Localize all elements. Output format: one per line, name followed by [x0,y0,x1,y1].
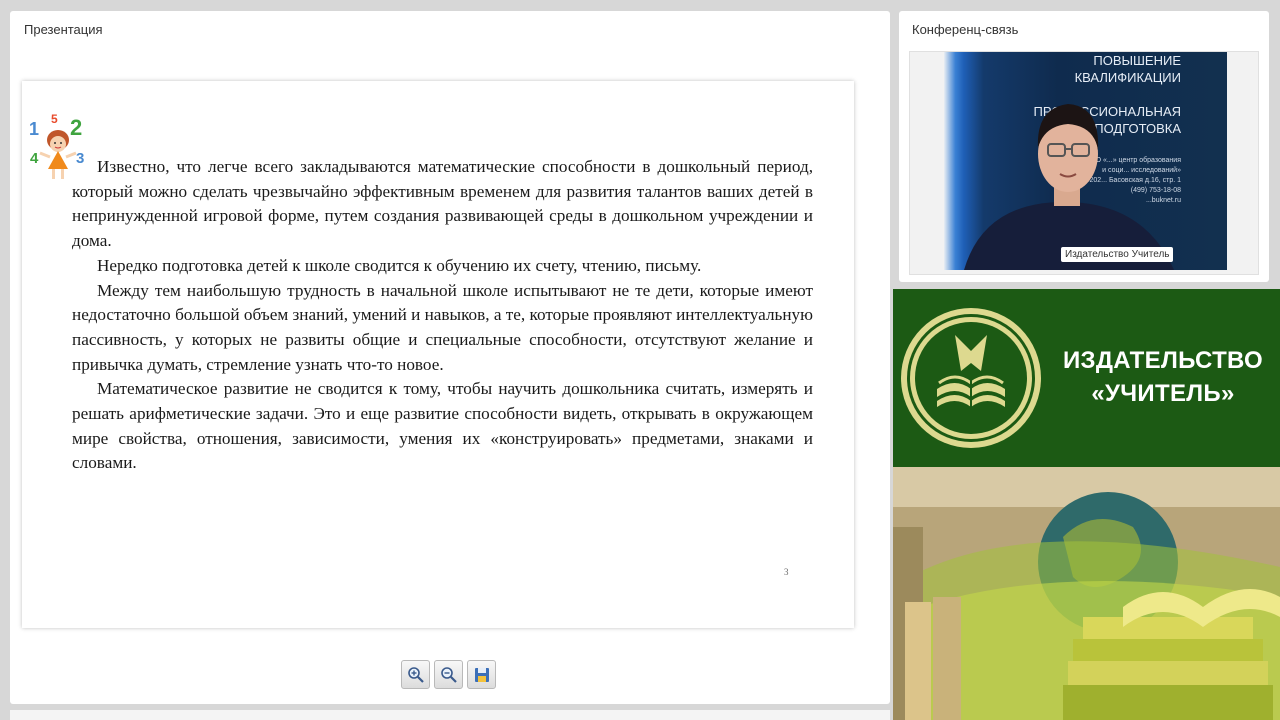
presentation-panel-title: Презентация [24,22,103,37]
conference-panel: Конференц-связь ПОВЫШЕНИЕ КВАЛИФИКАЦИИ П… [899,11,1269,282]
slide-toolbar [401,660,496,689]
zoom-in-icon [407,666,424,683]
bottom-strip [10,710,890,720]
slide-paragraph: Нередко подготовка детей к школе сводитс… [97,255,702,275]
slide-paragraph: Известно, что легче всего закладываются … [72,157,813,251]
save-button[interactable] [467,660,496,689]
logo-digit: 4 [30,150,39,167]
slide-page-number: 3 [784,567,789,577]
slide-viewport: 1 5 2 4 3 Известно, что легче всего закл… [22,81,854,628]
slide-body-text: Известно, что легче всего закладываются … [72,155,813,476]
publisher-name: ИЗДАТЕЛЬСТВО «УЧИТЕЛЬ» [1043,344,1280,410]
zoom-out-button[interactable] [434,660,463,689]
slide-paragraph: Математическое развитие не сводится к то… [72,379,813,473]
books-globe-image [893,467,1280,720]
publisher-emblem-icon [901,308,1041,448]
logo-digit: 5 [51,112,58,126]
save-icon [474,667,489,682]
books-globe-illustration [893,467,1280,720]
video-frame: ПОВЫШЕНИЕ КВАЛИФИКАЦИИ ПРОФЕССИОНАЛЬНАЯ … [944,52,1227,270]
conference-panel-title: Конференц-связь [912,22,1019,37]
publisher-brand-panel: ИЗДАТЕЛЬСТВО «УЧИТЕЛЬ» [893,289,1280,467]
video-feed[interactable]: ПОВЫШЕНИЕ КВАЛИФИКАЦИИ ПРОФЕССИОНАЛЬНАЯ … [909,51,1259,275]
logo-digit: 2 [70,115,82,140]
publisher-name-line1: ИЗДАТЕЛЬСТВО [1062,347,1264,374]
presentation-panel: Презентация 1 5 2 4 3 Известно, что легч… [10,11,890,704]
slide-paragraph: Между тем наибольшую трудность в начальн… [72,280,813,374]
zoom-in-button[interactable] [401,660,430,689]
zoom-out-icon [440,666,457,683]
presenter-figure [964,104,1174,270]
participant-name-label: Издательство Учитель [1061,247,1174,262]
logo-digit: 1 [29,119,39,139]
publisher-name-line2: «УЧИТЕЛЬ» [1091,380,1235,407]
